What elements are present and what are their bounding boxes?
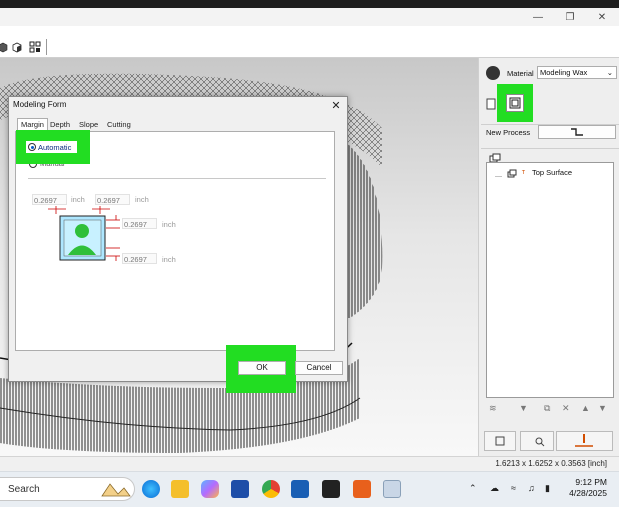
move-down-icon[interactable]: ▼ xyxy=(598,403,607,413)
search-tool-icon xyxy=(535,437,545,447)
search-label: Search xyxy=(8,484,40,495)
cancel-button[interactable]: Cancel xyxy=(295,361,343,375)
tray-cloud-icon[interactable]: ☁ xyxy=(490,483,499,494)
file-explorer-icon[interactable] xyxy=(171,480,189,498)
right-margin-unit: inch xyxy=(135,195,149,204)
move-up-icon[interactable]: ▲ xyxy=(581,403,590,413)
left-margin-unit: inch xyxy=(71,195,85,204)
shaded-cube-icon xyxy=(12,42,22,53)
terminal-icon[interactable] xyxy=(322,480,340,498)
material-value: Modeling Wax xyxy=(540,68,588,77)
status-bar: 1.6213 x 1.6252 x 0.3563 [inch] xyxy=(0,456,619,471)
minimize-button[interactable]: — xyxy=(522,8,554,26)
tool-edit-icon[interactable]: ▼ xyxy=(519,403,528,413)
tray-chevron-icon[interactable]: ⌃ xyxy=(469,483,477,494)
store-icon[interactable] xyxy=(231,480,249,498)
document-icon xyxy=(486,98,496,110)
automatic-radio[interactable] xyxy=(28,143,36,151)
toolbar xyxy=(0,36,619,58)
modeling-form-dialog: Modeling Form ✕ Margin Depth Slope Cutti… xyxy=(8,96,348,393)
edge-browser-icon[interactable] xyxy=(142,480,160,498)
automatic-label: Automatic xyxy=(38,143,72,152)
new-process-label: New Process xyxy=(486,128,531,137)
ok-button[interactable]: OK xyxy=(238,361,286,375)
toolbar-separator xyxy=(46,39,47,55)
app-icon-orange[interactable] xyxy=(353,480,371,498)
tree-action-bar: ≋ ▼ ⧉ ✕ ▲ ▼ xyxy=(485,401,613,417)
search-doodle-icon xyxy=(101,483,131,497)
dialog-title: Modeling Form xyxy=(13,100,67,109)
left-margin-field[interactable]: 0.2697 xyxy=(32,194,67,205)
surface-process-button[interactable] xyxy=(506,94,524,112)
top-margin-unit: inch xyxy=(162,220,176,229)
taskbar-clock[interactable]: 9:12 PM 4/28/2025 xyxy=(569,477,607,499)
surface-icon xyxy=(509,97,521,109)
material-label: Material xyxy=(507,69,534,78)
clock-date: 4/28/2025 xyxy=(569,488,607,498)
wave-icon[interactable]: ≋ xyxy=(489,403,497,414)
simulate-button[interactable] xyxy=(520,431,554,451)
copilot-icon[interactable] xyxy=(201,480,219,498)
tab-cutting-area[interactable]: Cutting Area xyxy=(104,119,134,141)
wifi-icon[interactable]: ≈ xyxy=(511,483,516,493)
tool-icon xyxy=(571,128,583,136)
margin-tab-panel: Manual Automatic 0.2697 inch 0.2697 inch… xyxy=(15,130,335,351)
top-strip xyxy=(0,0,619,8)
close-icon: ✕ xyxy=(331,99,341,112)
tool-list-button[interactable] xyxy=(484,431,516,451)
grid-icon xyxy=(29,41,41,53)
tree-item-top-surface[interactable]: Top Surface xyxy=(532,168,572,177)
taskbar: Search ⌃ ☁ ≈ ♫ ▮ 9:12 PM 4/28/2025 xyxy=(0,471,619,507)
cutting-tool-icon xyxy=(575,434,593,447)
shaded-view-button[interactable] xyxy=(10,40,24,54)
app-icon-blue[interactable] xyxy=(291,480,309,498)
top-margin-field[interactable]: 0.2697 xyxy=(122,218,157,229)
right-margin-field[interactable]: 0.2697 xyxy=(95,194,130,205)
cube-view-button[interactable] xyxy=(0,40,10,54)
model-dimensions: 1.6213 x 1.6252 x 0.3563 [inch] xyxy=(495,459,607,468)
battery-icon[interactable]: ▮ xyxy=(545,483,550,494)
grid-view-button[interactable] xyxy=(28,40,42,54)
dialog-close-button[interactable]: ✕ xyxy=(329,98,343,112)
panel-divider-2 xyxy=(481,148,619,149)
process-tree[interactable]: — ᵀ Top Surface xyxy=(486,162,614,398)
list-icon xyxy=(495,436,505,446)
cube-icon xyxy=(0,42,8,53)
maximize-button[interactable]: ❐ xyxy=(554,8,586,26)
restore-icon: ❐ xyxy=(565,11,575,23)
close-icon: ✕ xyxy=(597,11,607,23)
clock-time: 9:12 PM xyxy=(575,477,607,487)
material-select[interactable]: Modeling Wax ⌄ xyxy=(537,66,617,79)
material-icon xyxy=(486,66,500,80)
process-small-icon[interactable] xyxy=(485,98,497,110)
bottom-margin-unit: inch xyxy=(162,255,176,264)
bottom-margin-field[interactable]: 0.2697 xyxy=(122,253,157,264)
minimize-icon: — xyxy=(533,11,543,23)
tree-branch-line: — xyxy=(495,173,502,180)
delete-icon[interactable]: ✕ xyxy=(562,403,570,414)
start-cutting-button[interactable] xyxy=(556,431,613,451)
close-window-button[interactable]: ✕ xyxy=(586,8,618,26)
new-process-button[interactable] xyxy=(538,125,616,139)
automatic-option[interactable]: Automatic xyxy=(26,141,77,153)
group-separator xyxy=(28,178,326,179)
margin-diagram-icon xyxy=(48,206,120,261)
top-surface-icon: ᵀ xyxy=(521,168,526,178)
volume-icon[interactable]: ♫ xyxy=(528,483,535,493)
active-app-icon[interactable] xyxy=(383,480,401,498)
chevron-down-icon: ⌄ xyxy=(606,68,613,77)
tree-layers-icon xyxy=(506,168,517,178)
copy-icon[interactable]: ⧉ xyxy=(544,403,550,414)
taskbar-search[interactable]: Search xyxy=(0,477,135,501)
chrome-icon[interactable] xyxy=(262,480,280,498)
